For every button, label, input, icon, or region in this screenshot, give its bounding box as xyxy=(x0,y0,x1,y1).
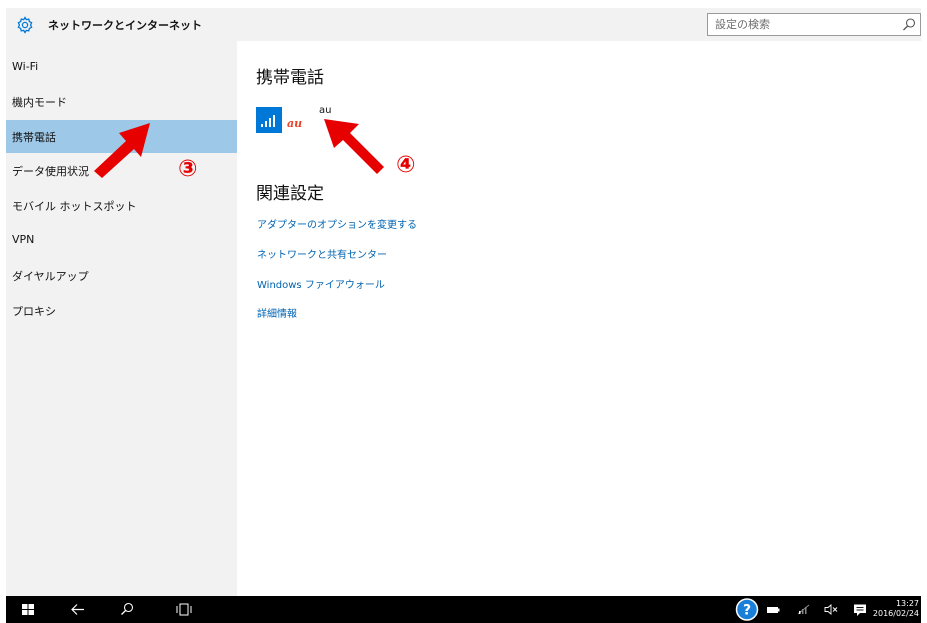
svg-text:?: ? xyxy=(743,603,751,619)
action-center-icon[interactable] xyxy=(852,596,868,623)
clock-time: 13:27 xyxy=(895,599,919,608)
clock[interactable]: 13:27 2016/02/24 xyxy=(871,599,919,619)
step-3-label: ③ xyxy=(178,156,198,182)
help-icon[interactable]: ? xyxy=(735,596,759,623)
step-4-label: ④ xyxy=(396,152,416,178)
task-view-icon[interactable] xyxy=(174,596,194,623)
back-arrow-icon[interactable] xyxy=(68,596,88,623)
volume-muted-icon[interactable] xyxy=(823,596,839,623)
clock-date: 2016/02/24 xyxy=(872,609,919,618)
taskbar: ? 13:27 2016/02/24 xyxy=(6,596,921,623)
annotation-arrow-4 xyxy=(324,119,384,174)
cellular-icon[interactable] xyxy=(796,596,812,623)
battery-icon[interactable] xyxy=(766,596,780,623)
windows-start-icon[interactable] xyxy=(20,596,36,623)
annotation-overlay xyxy=(94,119,384,178)
annotation-arrow-3 xyxy=(94,123,150,178)
search-icon[interactable] xyxy=(118,596,136,623)
